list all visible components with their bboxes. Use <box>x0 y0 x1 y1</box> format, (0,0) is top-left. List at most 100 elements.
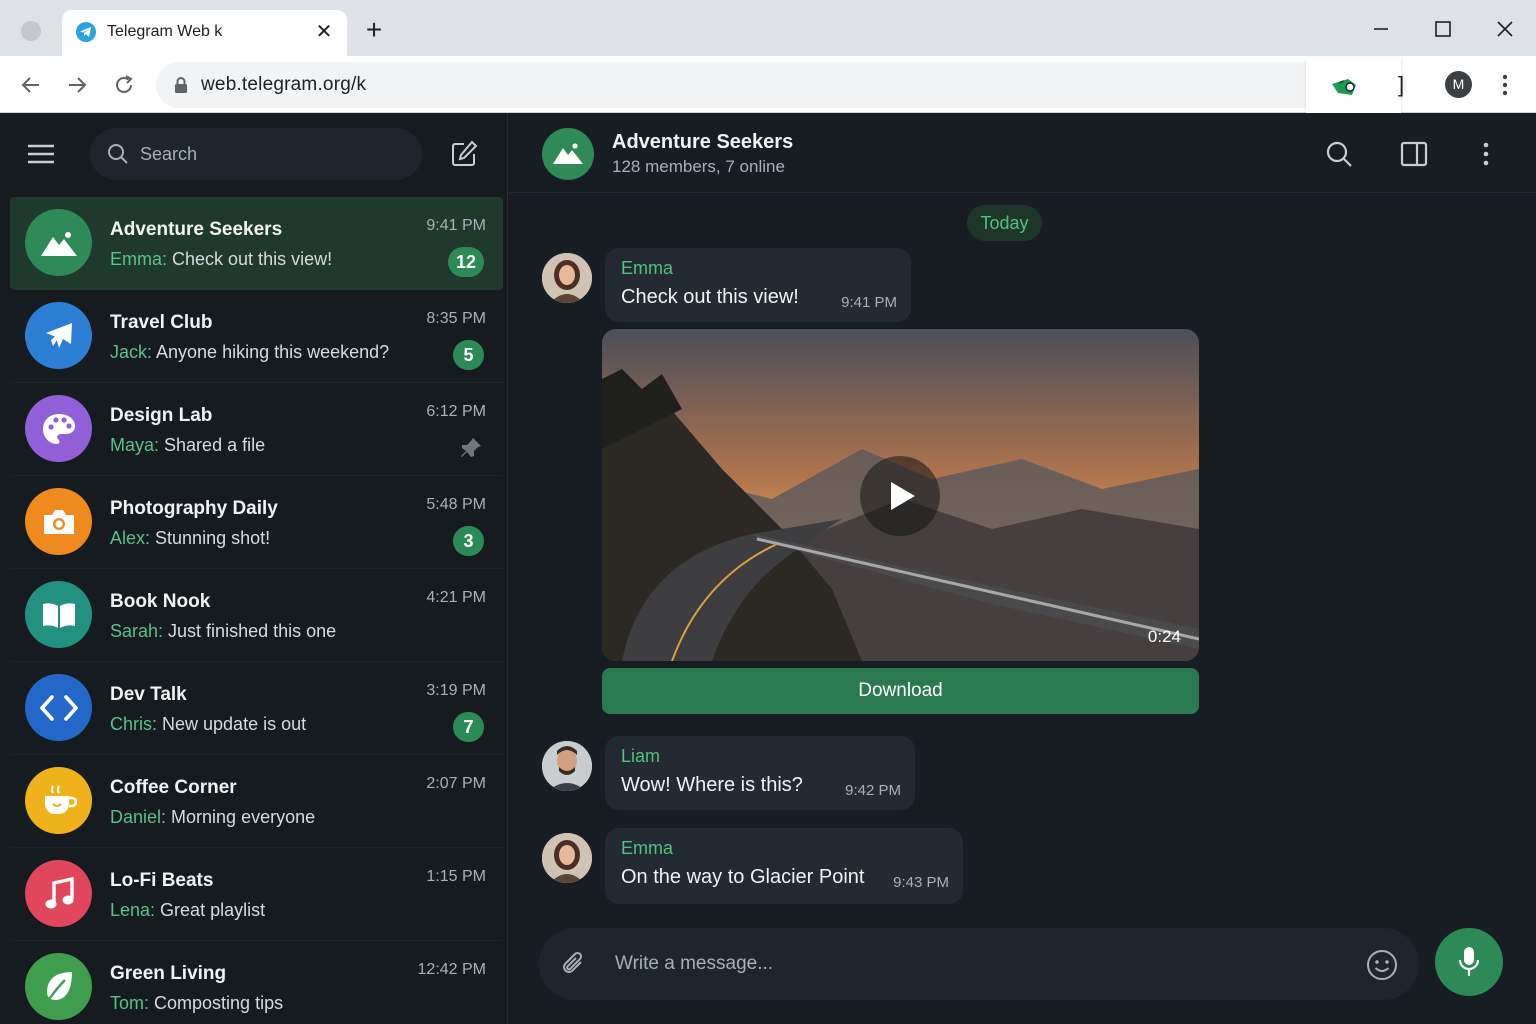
chat-avatar <box>25 302 92 369</box>
chat-preview: Jack: Anyone hiking this weekend? <box>110 342 389 363</box>
telegram-favicon-icon <box>76 22 96 42</box>
window-close-icon[interactable] <box>1490 14 1520 44</box>
more-options-icon[interactable] <box>1474 139 1504 169</box>
chat-preview-text: Shared a file <box>159 435 266 455</box>
group-avatar[interactable] <box>542 128 594 180</box>
chat-list: Adventure Seekers Emma: Check out this vi… <box>10 197 503 1024</box>
chat-title: Adventure Seekers <box>612 131 794 153</box>
chat-time: 1:15 PM <box>426 868 486 885</box>
address-bar[interactable]: web.telegram.org/k <box>156 62 1406 108</box>
paperclip-icon[interactable] <box>559 949 589 979</box>
video-message[interactable]: 0:24 <box>602 329 1199 661</box>
message-bubble[interactable]: Liam Wow! Where is this? 9:42 PM <box>605 736 915 810</box>
chat-preview-text: Morning everyone <box>166 807 316 827</box>
chat-time: 4:21 PM <box>426 589 486 606</box>
extensions-bracket[interactable]: ] <box>1398 72 1404 98</box>
chat-time: 3:19 PM <box>426 682 486 699</box>
tab-close-icon[interactable]: ✕ <box>312 20 336 44</box>
chat-list-item[interactable]: Dev Talk Chris: New update is out 3:19 PM 7 <box>10 662 503 755</box>
chat-list-item[interactable]: Lo-Fi Beats Lena: Great playlist 1:15 PM <box>10 848 503 941</box>
chat-list-item[interactable]: Book Nook Sarah: Just finished this one 4:… <box>10 569 503 662</box>
browser-menu-icon[interactable] <box>1495 72 1515 98</box>
extension-icon <box>1332 79 1356 95</box>
browser-tab[interactable]: Telegram Web k ✕ <box>62 10 347 56</box>
play-icon <box>891 482 915 510</box>
message-sender: Liam <box>621 746 661 766</box>
tab-search-button[interactable] <box>21 21 41 41</box>
chat-preview-sender: Tom: <box>110 993 150 1013</box>
minimize-icon[interactable] <box>1366 14 1396 44</box>
unread-badge: 7 <box>453 712 484 742</box>
download-button[interactable]: Download <box>602 668 1199 714</box>
voice-record-button[interactable] <box>1435 928 1503 996</box>
message-bubble[interactable]: Emma Check out this view! 9:41 PM <box>605 248 911 322</box>
chat-preview-text: Composting tips <box>149 993 284 1013</box>
new-tab-button[interactable]: + <box>360 16 388 44</box>
chat-preview-text: New update is out <box>157 714 307 734</box>
maximize-icon[interactable] <box>1428 14 1458 44</box>
unread-badge: 12 <box>447 247 484 277</box>
chat-preview: Lena: Great playlist <box>110 900 265 921</box>
chat-list-item[interactable]: Adventure Seekers Emma: Check out this vi… <box>10 197 503 290</box>
message-composer <box>539 928 1419 1000</box>
message-time: 9:41 PM <box>841 294 897 311</box>
chat-list-item[interactable]: Green Living Tom: Composting tips 12:42 PM <box>10 941 503 1024</box>
unread-badge: 3 <box>453 526 484 556</box>
message-text: On the way to Glacier Point <box>621 866 865 888</box>
chat-preview-sender: Alex: <box>110 528 151 548</box>
chat-preview: Tom: Composting tips <box>110 993 283 1014</box>
lock-icon <box>175 77 187 93</box>
chat-name: Coffee Corner <box>110 777 237 798</box>
avatar-emma[interactable] <box>542 833 592 883</box>
compose-icon[interactable] <box>450 140 478 168</box>
extension-button[interactable] <box>1306 58 1401 116</box>
chat-name: Dev Talk <box>110 684 187 705</box>
chat-list-item[interactable]: Travel Club Jack: Anyone hiking this week… <box>10 290 503 383</box>
chat-list-item[interactable]: Design Lab Maya: Shared a file 6:12 PM <box>10 383 503 476</box>
message-time: 9:42 PM <box>845 782 901 799</box>
sidebar-toggle-icon[interactable] <box>1399 139 1429 169</box>
chat-name: Book Nook <box>110 591 211 612</box>
hamburger-menu-icon[interactable] <box>27 143 55 165</box>
chat-avatar <box>25 395 92 462</box>
message-bubble[interactable]: Emma On the way to Glacier Point 9:43 PM <box>605 828 963 904</box>
mountain-icon <box>553 143 583 164</box>
chat-time: 5:48 PM <box>426 496 486 513</box>
chat-search-icon[interactable] <box>1324 139 1354 169</box>
back-arrow-icon[interactable] <box>18 72 44 98</box>
emoji-icon[interactable] <box>1366 949 1398 981</box>
chat-time: 8:35 PM <box>426 310 486 327</box>
woman-avatar-icon <box>542 833 592 883</box>
chat-preview-text: Anyone hiking this weekend? <box>152 342 390 362</box>
chat-preview-sender: Jack: <box>110 342 153 362</box>
avatar-liam[interactable] <box>542 741 592 791</box>
chat-time: 9:41 PM <box>426 217 486 234</box>
chat-preview-sender: Emma: <box>110 249 168 269</box>
microphone-icon <box>1458 947 1480 976</box>
message-input[interactable] <box>615 950 1335 978</box>
reload-icon[interactable] <box>111 72 137 98</box>
play-button[interactable] <box>860 456 940 536</box>
search-input[interactable] <box>140 141 400 167</box>
chat-list-item[interactable]: Photography Daily Alex: Stunning shot! 5:4… <box>10 476 503 569</box>
profile-avatar[interactable]: M <box>1445 71 1472 98</box>
browser-window: Telegram Web k ✕ + web.telegram.org/k ] … <box>0 0 1536 1024</box>
message-time: 9:43 PM <box>893 874 949 891</box>
message-sender: Emma <box>621 258 674 278</box>
chat-avatar <box>25 581 92 648</box>
chat-avatar <box>25 488 92 555</box>
chat-avatar <box>25 674 92 741</box>
chat-preview-text: Just finished this one <box>163 621 337 641</box>
chat-time: 6:12 PM <box>426 403 486 420</box>
chat-preview: Chris: New update is out <box>110 714 306 735</box>
avatar-emma[interactable] <box>542 253 592 303</box>
search-box[interactable] <box>90 128 422 180</box>
chat-header[interactable]: Adventure Seekers 128 members, 7 online <box>509 113 1536 193</box>
forward-arrow-icon[interactable] <box>64 72 90 98</box>
chat-list-item[interactable]: Coffee Corner Daniel: Morning everyone 2:0… <box>10 755 503 848</box>
chat-preview: Sarah: Just finished this one <box>110 621 336 642</box>
woman-avatar-icon <box>542 253 592 303</box>
chat-preview: Daniel: Morning everyone <box>110 807 315 828</box>
chat-preview: Alex: Stunning shot! <box>110 528 270 549</box>
chat-preview-text: Check out this view! <box>167 249 333 269</box>
